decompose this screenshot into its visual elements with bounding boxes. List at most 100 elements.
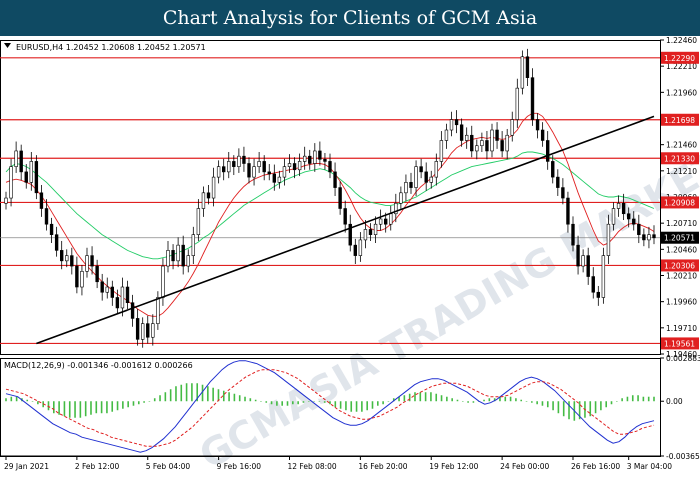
macd-histogram-bar — [531, 401, 533, 403]
candle-bear — [545, 140, 550, 162]
candle-bull — [601, 255, 606, 298]
candle-bull — [399, 192, 403, 204]
time-tick-label: 12 Feb 08:00 — [288, 462, 337, 471]
macd-histogram-bar — [148, 401, 151, 402]
price-pane: 1.224601.222101.219601.217101.214601.212… — [0, 36, 699, 359]
macd-histogram-bar — [610, 401, 613, 405]
level-tag-label: 1.22290 — [664, 54, 695, 63]
macd-histogram-bar — [244, 396, 246, 402]
candle-bull — [186, 255, 190, 267]
macd-histogram-bar — [600, 401, 602, 411]
candle-bear — [596, 291, 601, 298]
macd-histogram-bar — [63, 401, 66, 417]
macd-histogram-bar — [642, 396, 645, 402]
chart-area: GCMASIA TRADING MARKETS 1.224601.222101.… — [0, 36, 700, 478]
macd-histogram-bar — [345, 401, 347, 411]
price-tick-label: 1.20710 — [666, 219, 697, 228]
candle-bull — [156, 297, 160, 324]
candle-bull — [464, 134, 469, 141]
candle-bear — [308, 155, 312, 164]
price-tick-label: 1.19960 — [666, 298, 697, 307]
candle-bear — [49, 223, 54, 235]
macd-histogram-bar — [84, 401, 87, 417]
level-tag-label: 1.21698 — [664, 116, 695, 125]
candle-bull — [297, 161, 302, 171]
macd-histogram-bar — [276, 401, 278, 406]
candle-bear — [95, 265, 99, 283]
price-tick-label: 1.20210 — [666, 272, 697, 281]
candle-bear — [353, 244, 358, 256]
macd-histogram-bar — [472, 401, 475, 403]
macd-tick-label: -0.003652 — [666, 452, 700, 461]
candle-bear — [232, 161, 236, 167]
macd-histogram-bar — [616, 401, 618, 402]
candle-bear — [566, 197, 570, 225]
macd-histogram-bar — [541, 401, 544, 406]
candle-bear — [470, 134, 474, 152]
candle-bull — [378, 218, 383, 225]
macd-histogram-bar — [339, 401, 342, 409]
candle-bear — [130, 302, 135, 319]
candle-bull — [510, 119, 514, 136]
macd-histogram-bar — [95, 401, 98, 414]
candle-bear — [100, 281, 104, 293]
macd-histogram-bar — [297, 401, 299, 405]
macd-tick-label: 0.00 — [666, 397, 683, 406]
candle-bear — [424, 171, 428, 183]
price-tick-label: 1.19710 — [666, 324, 697, 333]
macd-histogram-bar — [467, 401, 469, 403]
candle-bear — [586, 255, 590, 277]
candle-bear — [530, 77, 535, 120]
candle-bear — [19, 150, 23, 173]
candle-bear — [383, 218, 388, 225]
macd-histogram-bar — [15, 396, 18, 402]
macd-histogram-bar — [424, 392, 427, 402]
candle-bull — [520, 56, 525, 89]
level-tag-label: 1.20306 — [664, 261, 695, 270]
macd-histogram-bar — [175, 386, 177, 402]
macd-histogram-bar — [238, 395, 241, 402]
macd-histogram-bar — [212, 387, 214, 402]
macd-histogram-bar — [647, 396, 650, 402]
candle-bear — [75, 265, 79, 288]
macd-histogram-bar — [509, 396, 512, 402]
macd-histogram-bar — [74, 401, 76, 418]
time-axis: 29 Jan 2021 2 Feb 12:00 5 Feb 04:00 9 Feb 1… — [0, 455, 672, 471]
candle-bear — [247, 163, 251, 178]
macd-histogram-bar — [191, 383, 193, 402]
macd-histogram-bar — [127, 401, 129, 408]
macd-histogram-bar — [382, 401, 384, 405]
candle-bull — [201, 192, 206, 209]
macd-histogram-bar — [621, 398, 623, 402]
macd-histogram-bar — [5, 398, 7, 402]
candle-bull — [287, 163, 292, 167]
candle-bull — [166, 250, 170, 267]
candle-bear — [24, 171, 28, 183]
candle-bull — [196, 208, 201, 235]
price-tick-label: 1.22460 — [666, 36, 697, 45]
candle-bear — [115, 297, 120, 309]
candle-bull — [227, 161, 231, 173]
macd-histogram-bar — [451, 398, 453, 402]
macd-histogram-bar — [260, 401, 262, 402]
macd-histogram-bar — [371, 401, 374, 409]
time-tick-label: 19 Feb 12:00 — [429, 462, 478, 471]
macd-histogram-bar — [361, 401, 363, 412]
candle-bull — [105, 286, 109, 293]
price-tick-label: 1.21460 — [666, 141, 697, 150]
candle-bear — [34, 161, 39, 194]
macd-histogram-bar — [233, 393, 236, 402]
candle-bear — [637, 223, 641, 235]
candle-bear — [318, 150, 322, 160]
macd-histogram-bar — [292, 401, 294, 405]
candle-bear — [485, 140, 489, 152]
candle-bear — [181, 244, 185, 267]
symbol-info: EURUSD,H4 1.20452 1.20608 1.20452 1.2057… — [16, 43, 206, 52]
collapse-triangle-icon[interactable] — [4, 43, 11, 48]
candle-bull — [216, 166, 221, 178]
macd-histogram-bar — [111, 401, 114, 412]
macd-histogram-bar — [286, 401, 289, 406]
macd-histogram-bar — [435, 393, 438, 402]
candle-bear — [221, 166, 226, 173]
price-tick-label: 1.21960 — [666, 88, 697, 97]
